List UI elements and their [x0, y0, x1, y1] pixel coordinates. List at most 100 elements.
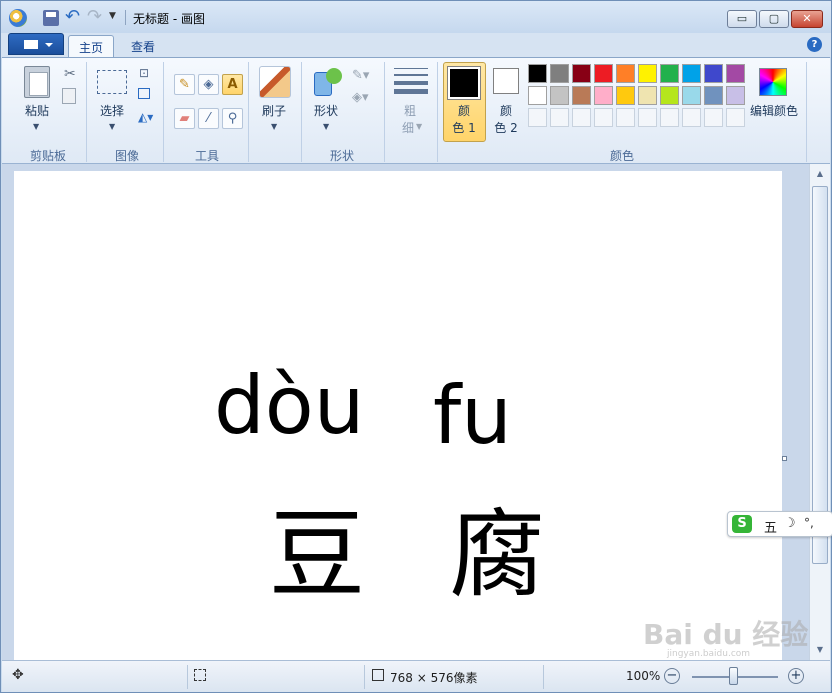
status-separator	[543, 665, 544, 689]
paste-dropdown-arrow-icon[interactable]: ▼	[33, 122, 39, 131]
paste-button-label[interactable]: 粘贴	[20, 102, 54, 119]
palette-swatch[interactable]	[528, 64, 547, 83]
brush-icon[interactable]	[259, 66, 291, 98]
zoom-slider-thumb[interactable]	[729, 667, 738, 685]
select-button-label[interactable]: 选择	[94, 102, 130, 119]
cut-icon[interactable]: ✂	[64, 66, 76, 82]
vertical-scrollbar[interactable]: ▲ ▼	[809, 164, 830, 660]
palette-swatch[interactable]	[704, 64, 723, 83]
shape-fill-icon: ◈▾	[352, 90, 369, 105]
resize-icon[interactable]	[138, 88, 150, 99]
line-size-icon[interactable]	[394, 66, 428, 94]
text-tool-icon[interactable]: A	[222, 74, 243, 95]
pencil-icon[interactable]: ✎	[174, 74, 195, 95]
palette-swatch[interactable]	[704, 108, 723, 127]
scroll-thumb[interactable]	[812, 186, 828, 564]
maximize-button[interactable]: ▢	[759, 10, 789, 28]
palette-swatch[interactable]	[638, 108, 657, 127]
magnifier-icon[interactable]: ⚲	[222, 108, 243, 129]
scroll-down-arrow-icon[interactable]: ▼	[812, 642, 828, 658]
edit-colors-label[interactable]: 编辑颜色	[746, 102, 802, 119]
image-group-label: 图像	[114, 149, 139, 163]
ime-punctuation-label[interactable]: °,	[804, 516, 814, 530]
sogou-ime-icon[interactable]: S	[732, 515, 752, 533]
tab-home[interactable]: 主页	[68, 35, 114, 57]
redo-icon[interactable]: ↷	[87, 7, 102, 27]
select-icon[interactable]	[97, 70, 127, 94]
shapes-icon[interactable]	[312, 68, 342, 96]
palette-swatch[interactable]	[726, 86, 745, 105]
palette-swatch[interactable]	[528, 108, 547, 127]
palette-swatch[interactable]	[616, 86, 635, 105]
palette-swatch[interactable]	[638, 64, 657, 83]
help-icon[interactable]: ?	[807, 37, 822, 52]
palette-swatch[interactable]	[550, 64, 569, 83]
palette-swatch[interactable]	[726, 64, 745, 83]
brush-dropdown-arrow-icon[interactable]: ▼	[271, 122, 277, 131]
palette-swatch[interactable]	[638, 86, 657, 105]
canvas-text-pinyin-dou: dòu	[214, 359, 365, 452]
palette-swatch[interactable]	[594, 64, 613, 83]
color2-label-bottom: 色 2	[494, 121, 518, 135]
canvas-text-hanzi-fu: 腐	[449, 499, 545, 611]
paint-app-icon[interactable]	[9, 9, 27, 27]
zoom-in-button[interactable]: +	[788, 668, 804, 684]
palette-swatch[interactable]	[660, 64, 679, 83]
customize-toolbar-chevron-icon[interactable]: ▼	[109, 11, 116, 21]
palette-swatch[interactable]	[528, 86, 547, 105]
close-button[interactable]: ✕	[791, 10, 823, 28]
brush-button-label[interactable]: 刷子	[256, 102, 292, 119]
scroll-up-arrow-icon[interactable]: ▲	[812, 166, 828, 182]
undo-icon[interactable]: ↶	[65, 7, 80, 27]
edit-colors-icon[interactable]	[759, 68, 787, 96]
palette-swatch[interactable]	[660, 108, 679, 127]
palette-swatch[interactable]	[594, 86, 613, 105]
eraser-icon[interactable]: ▰	[174, 108, 195, 129]
ime-mode-label[interactable]: 五	[764, 517, 777, 536]
crop-icon[interactable]: ⊡	[139, 66, 149, 80]
ime-moon-icon[interactable]: ☽	[784, 516, 796, 531]
palette-swatch[interactable]	[594, 108, 613, 127]
palette-swatch[interactable]	[572, 108, 591, 127]
color-picker-icon[interactable]: ⁄	[198, 108, 219, 129]
palette-swatch[interactable]	[616, 108, 635, 127]
canvas-workspace	[2, 164, 809, 660]
group-separator	[437, 62, 438, 162]
shapes-dropdown-arrow-icon[interactable]: ▼	[323, 122, 329, 131]
tab-view[interactable]: 查看	[121, 35, 167, 57]
fill-bucket-icon[interactable]: ◈	[198, 74, 219, 95]
group-separator	[384, 62, 385, 162]
palette-swatch[interactable]	[682, 86, 701, 105]
colors-group-label: 颜色	[609, 149, 634, 163]
palette-swatch[interactable]	[660, 86, 679, 105]
palette-swatch[interactable]	[682, 108, 701, 127]
select-dropdown-arrow-icon[interactable]: ▼	[109, 122, 115, 131]
shapes-button-label[interactable]: 形状	[308, 102, 344, 119]
palette-swatch[interactable]	[572, 64, 591, 83]
color1-label-bottom: 色 1	[452, 121, 476, 135]
zoom-out-button[interactable]: −	[664, 668, 680, 684]
color2-swatch[interactable]	[493, 68, 519, 94]
ime-toolbar[interactable]: S 五 ☽ °,	[727, 511, 832, 537]
paint-menu-button[interactable]	[8, 33, 64, 55]
ribbon: 粘贴 ▼ ✂ 剪贴板 选择 ▼ ⊡ ◭▾ 图像 ✎ ◈ A ▰ ⁄ ⚲ 工具 刷…	[2, 57, 830, 164]
canvas-text-hanzi-dou: 豆	[269, 499, 365, 611]
palette-swatch[interactable]	[616, 64, 635, 83]
save-icon[interactable]	[43, 10, 59, 26]
baidu-watermark-url: jingyan.baidu.com	[667, 649, 751, 659]
status-separator	[187, 665, 188, 689]
canvas-resize-handle[interactable]	[782, 456, 787, 461]
palette-swatch[interactable]	[726, 108, 745, 127]
rotate-icon[interactable]: ◭▾	[138, 110, 153, 124]
palette-swatch[interactable]	[704, 86, 723, 105]
palette-swatch[interactable]	[550, 108, 569, 127]
status-bar: ✥ 768 × 576像素 100% − +	[2, 660, 830, 692]
paste-icon[interactable]	[24, 66, 50, 98]
palette-swatch[interactable]	[682, 64, 701, 83]
canvas-text-pinyin-fu: fu	[433, 369, 512, 462]
minimize-button[interactable]: ▭	[727, 10, 757, 28]
palette-swatch[interactable]	[550, 86, 569, 105]
palette-swatch[interactable]	[572, 86, 591, 105]
drawing-canvas[interactable]	[14, 171, 782, 660]
copy-icon[interactable]	[62, 88, 76, 104]
